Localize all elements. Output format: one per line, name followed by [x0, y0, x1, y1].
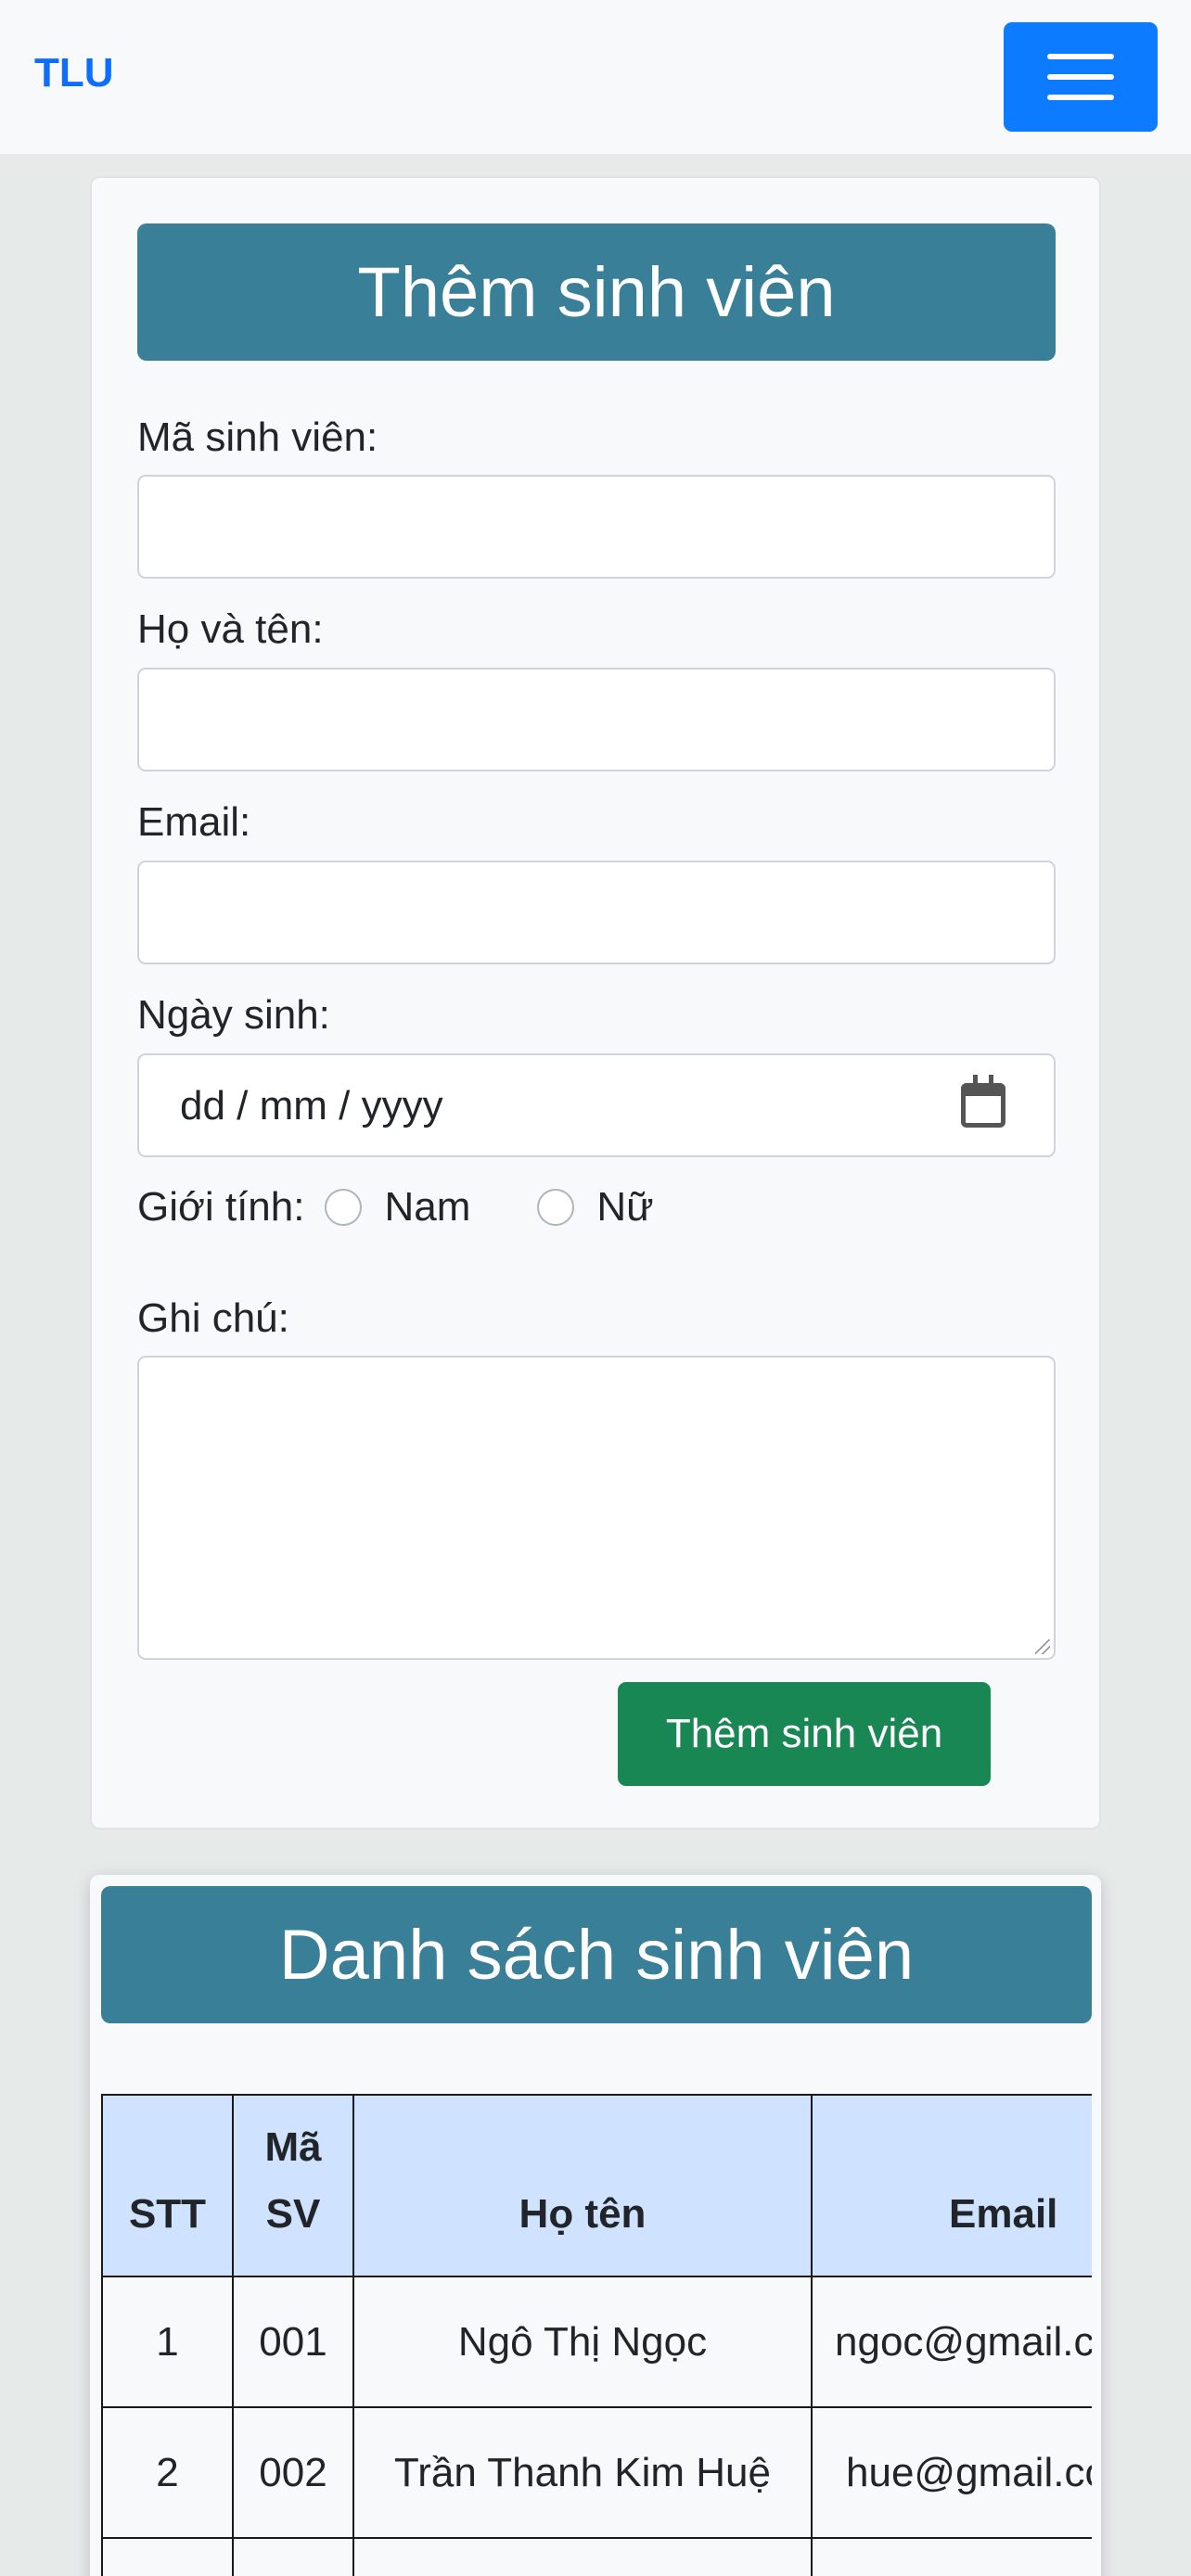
note-textarea[interactable] [137, 1356, 1056, 1660]
fullname-label: Họ và tên: [137, 606, 324, 652]
add-student-button[interactable]: Thêm sinh viên [618, 1682, 991, 1786]
student-list-card: Danh sách sinh viên STT Mã SV Họ tên Ema… [90, 1875, 1101, 2576]
note-label: Ghi chú: [137, 1295, 289, 1341]
navbar: TLU [0, 0, 1191, 154]
cell-email: hue@gmail.com [811, 2406, 1092, 2539]
email-input[interactable] [137, 861, 1056, 964]
header-email: Email [811, 2094, 1092, 2277]
cell-student-id [232, 2537, 354, 2576]
fullname-input[interactable] [137, 668, 1056, 772]
header-fullname: Họ tên [352, 2094, 813, 2277]
cell-fullname: Trần Thanh Kim Huệ [352, 2406, 813, 2539]
student-table-scroll[interactable]: STT Mã SV Họ tên Email 1 001 Ngô Thị Ngọ… [101, 2094, 1092, 2576]
cell-student-id: 002 [232, 2406, 354, 2539]
brand-logo[interactable]: TLU [34, 50, 114, 96]
table-row: 1 001 Ngô Thị Ngọc ngoc@gmail.com [101, 2276, 1092, 2408]
cell-stt [101, 2537, 234, 2576]
cell-stt: 2 [101, 2406, 234, 2539]
cell-fullname: Ngô Thị Ngọc [352, 2276, 813, 2408]
student-table: STT Mã SV Họ tên Email 1 001 Ngô Thị Ngọ… [101, 2094, 1092, 2576]
calendar-icon[interactable] [961, 1075, 1005, 1128]
cell-stt: 1 [101, 2276, 234, 2408]
gender-label: Giới tính: [137, 1184, 305, 1230]
cell-student-id: 001 [232, 2276, 354, 2408]
header-stt: STT [101, 2094, 234, 2277]
cell-email [811, 2537, 1092, 2576]
student-id-label: Mã sinh viên: [137, 414, 378, 460]
menu-toggle-button[interactable] [1004, 22, 1158, 132]
add-student-form: Thêm sinh viên Mã sinh viên: Họ và tên: … [90, 176, 1101, 1830]
gender-radio-nu[interactable] [537, 1189, 575, 1226]
cell-email: ngoc@gmail.com [811, 2276, 1092, 2408]
table-header-row: STT Mã SV Họ tên Email [101, 2094, 1092, 2277]
gender-group: Giới tính: Nam Nữ [137, 1180, 654, 1235]
table-row: 2 002 Trần Thanh Kim Huệ hue@gmail.com [101, 2406, 1092, 2539]
resize-grip-icon[interactable] [1035, 1639, 1050, 1654]
dob-placeholder: dd / mm / yyyy [180, 1083, 443, 1129]
dob-input[interactable]: dd / mm / yyyy [137, 1053, 1056, 1157]
form-title: Thêm sinh viên [137, 223, 1056, 361]
header-student-id: Mã SV [232, 2094, 354, 2277]
table-row [101, 2537, 1092, 2576]
gender-radio-nam[interactable] [325, 1189, 363, 1226]
cell-fullname [352, 2537, 813, 2576]
student-id-input[interactable] [137, 475, 1056, 579]
dob-label: Ngày sinh: [137, 992, 330, 1038]
gender-option-nu-label[interactable]: Nữ [596, 1184, 653, 1231]
gender-option-nam-label[interactable]: Nam [384, 1184, 470, 1231]
student-list-title: Danh sách sinh viên [101, 1886, 1092, 2023]
email-label: Email: [137, 799, 251, 845]
